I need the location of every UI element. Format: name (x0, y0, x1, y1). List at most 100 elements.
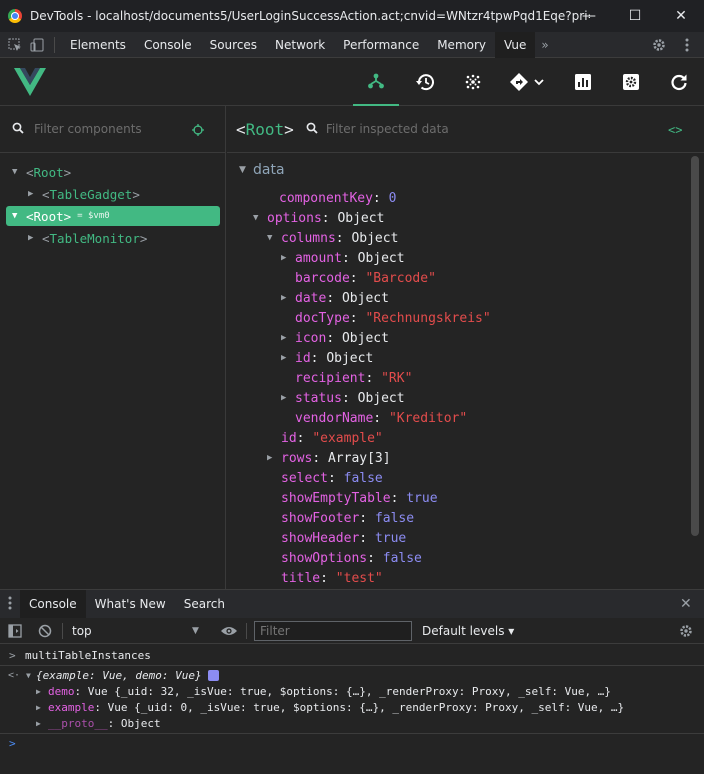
data-row-options[interactable]: ▼ options: Object (253, 208, 384, 228)
device-toolbar-icon[interactable] (26, 32, 48, 58)
inspector-header: <Root> Filter inspected data <> (227, 106, 704, 153)
refresh-icon[interactable] (656, 58, 702, 106)
drawer-tab-whats-new[interactable]: What's New (86, 590, 175, 618)
info-icon[interactable] (207, 669, 219, 681)
code-icon[interactable]: <> (668, 123, 682, 137)
inspect-element-icon[interactable] (4, 32, 26, 58)
result-prop-demo[interactable]: ▶ demo: Vue {_uid: 32, _isVue: true, $op… (36, 683, 611, 699)
collapse-triangle-icon[interactable]: ▶ (281, 353, 295, 363)
gear-icon[interactable] (648, 32, 670, 58)
tab-memory[interactable]: Memory (428, 32, 495, 58)
drawer-menu-icon[interactable] (8, 596, 12, 613)
collapse-triangle-icon[interactable]: ▶ (281, 293, 295, 303)
tab-elements[interactable]: Elements (61, 32, 135, 58)
console-prompt[interactable]: > (9, 735, 16, 751)
console-filter-input[interactable] (254, 621, 412, 641)
collapse-triangle-icon[interactable]: ▶ (281, 393, 295, 403)
expand-triangle-icon[interactable]: ▼ (253, 213, 267, 223)
tab-separator (54, 36, 55, 53)
data-key: barcode (295, 270, 350, 286)
collapse-triangle-icon: ▶ (36, 718, 41, 728)
vm-reference: = $vm0 (77, 211, 110, 221)
tab-performance[interactable]: Performance (334, 32, 428, 58)
routing-icon[interactable] (498, 58, 556, 106)
more-options-icon[interactable] (676, 32, 698, 58)
tree-item-root[interactable]: ▼ < Root > (12, 162, 71, 182)
tab-network[interactable]: Network (266, 32, 334, 58)
maximize-button[interactable]: ☐ (612, 0, 658, 32)
data-value: false (374, 510, 415, 526)
toolbar-separator (62, 623, 63, 639)
sidebar-toggle-icon[interactable] (8, 618, 22, 644)
data-row-showemptytable: showEmptyTable: true (281, 490, 438, 506)
inspected-data-filter-input[interactable]: Filter inspected data (326, 122, 449, 136)
data-key: title (281, 570, 321, 586)
data-row-date[interactable]: ▶ date: Object (281, 288, 389, 308)
data-row-status[interactable]: ▶ status: Object (281, 388, 405, 408)
console-toolbar: top ▼ Default levels ▾ (0, 618, 704, 644)
close-icon[interactable]: ✕ (680, 596, 692, 612)
data-row-id[interactable]: ▶ id: Object (281, 348, 373, 368)
data-value: Object (357, 250, 405, 266)
collapse-triangle-icon[interactable]: ▶ (281, 253, 295, 263)
data-key: options (267, 210, 322, 226)
console-settings-gear-icon[interactable] (679, 618, 693, 644)
result-prop-example[interactable]: ▶ example: Vue {_uid: 0, _isVue: true, $… (36, 699, 624, 715)
crosshair-icon[interactable] (192, 124, 204, 139)
clear-console-icon[interactable] (38, 618, 52, 644)
data-key: showFooter (281, 510, 360, 526)
data-value: Array[3] (327, 450, 391, 466)
expand-triangle-icon[interactable]: ▼ (12, 167, 26, 177)
chrome-logo-icon (8, 9, 22, 23)
data-key: icon (295, 330, 327, 346)
component-name: TableGadget (49, 186, 133, 202)
tab-console[interactable]: Console (135, 32, 201, 58)
collapse-triangle-icon[interactable]: ▶ (28, 189, 42, 199)
tab-vue[interactable]: Vue (495, 31, 536, 58)
data-row-icon[interactable]: ▶ icon: Object (281, 328, 389, 348)
data-value: Object (357, 390, 405, 406)
log-levels-dropdown[interactable]: Default levels ▾ (422, 618, 514, 644)
tree-item-root-selected[interactable]: ▼ < Root > = $vm0 (6, 206, 220, 226)
context-select[interactable]: top ▼ (66, 618, 206, 644)
data-row-rows[interactable]: ▶ rows: Array[3] (267, 448, 391, 468)
console-output: > multiTableInstances <· ▼ {example: Vue… (0, 645, 704, 774)
data-row-amount[interactable]: ▶ amount: Object (281, 248, 405, 268)
data-key: amount (295, 250, 342, 266)
tree-item-tablegadget[interactable]: ▶ < TableGadget > (28, 184, 140, 204)
inspected-component-title: <Root> (236, 119, 294, 139)
vuex-icon[interactable] (450, 58, 496, 106)
tree-item-tablemonitor[interactable]: ▶ < TableMonitor > (28, 228, 147, 248)
history-icon[interactable] (402, 58, 448, 106)
performance-icon[interactable] (560, 58, 606, 106)
settings-icon[interactable] (608, 58, 654, 106)
expand-triangle-icon[interactable]: ▼ (239, 165, 253, 175)
collapse-triangle-icon: ▶ (36, 686, 41, 696)
more-tabs-button[interactable]: » (535, 32, 554, 58)
expand-triangle-icon[interactable]: ▼ (12, 211, 26, 221)
drawer-tab-search[interactable]: Search (175, 590, 234, 618)
data-key: showOptions (281, 550, 368, 566)
data-value: false (343, 470, 383, 486)
inspector-scrollbar[interactable] (691, 156, 699, 536)
eye-icon[interactable] (220, 618, 238, 644)
component-filter[interactable]: Filter components (0, 106, 226, 153)
collapse-triangle-icon[interactable]: ▶ (28, 233, 42, 243)
data-value: "RK" (381, 370, 413, 386)
close-window-button[interactable]: ✕ (658, 0, 704, 32)
data-row-columns[interactable]: ▼ columns: Object (267, 228, 398, 248)
tab-sources[interactable]: Sources (201, 32, 266, 58)
console-result-line[interactable]: <· ▼ {example: Vue, demo: Vue} (8, 667, 219, 683)
data-section-header[interactable]: ▼ data (239, 162, 285, 178)
data-key: rows (281, 450, 313, 466)
expand-triangle-icon[interactable]: ▼ (267, 233, 281, 243)
collapse-triangle-icon[interactable]: ▶ (267, 453, 281, 463)
drawer-tab-console[interactable]: Console (20, 590, 86, 618)
result-prop-proto[interactable]: ▶ __proto__: Object (36, 715, 161, 731)
component-filter-input[interactable]: Filter components (34, 122, 142, 136)
collapse-triangle-icon[interactable]: ▶ (281, 333, 295, 343)
minimize-button[interactable]: — (566, 0, 612, 32)
data-value: Object (351, 230, 399, 246)
data-row-showheader: showHeader: true (281, 530, 407, 546)
components-icon[interactable] (353, 58, 399, 106)
